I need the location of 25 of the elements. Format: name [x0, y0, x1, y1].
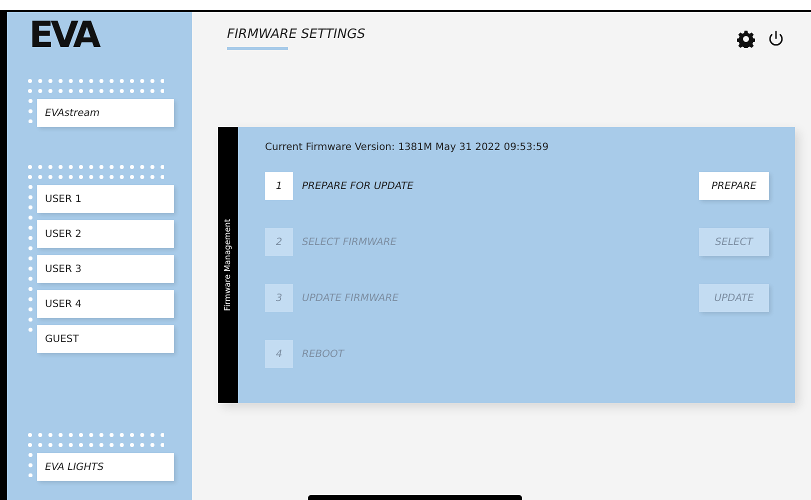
step-button[interactable]: PREPARE [699, 172, 769, 200]
dot-column [28, 453, 33, 478]
sidebar-item[interactable]: EVA LIGHTS [37, 453, 174, 481]
dot-column [28, 99, 33, 124]
title-underline [227, 47, 288, 50]
panel-side-label: Firmware Management [223, 219, 233, 311]
step-number: 1 [265, 172, 293, 200]
settings-icon[interactable] [737, 30, 755, 48]
step-label: REBOOT [302, 348, 344, 362]
logo: EVA [29, 22, 98, 50]
step-label: SELECT FIRMWARE [302, 236, 397, 250]
sidebar-item[interactable]: EVAstream [37, 99, 174, 127]
page-title: FIRMWARE SETTINGS [227, 26, 366, 44]
sidebar-item[interactable]: USER 1 [37, 185, 174, 213]
sidebar-item[interactable]: GUEST [37, 325, 174, 353]
sidebar-item[interactable]: USER 2 [37, 220, 174, 248]
step-number: 2 [265, 228, 293, 256]
step-label: PREPARE FOR UPDATE [302, 180, 414, 194]
sidebar-item[interactable]: USER 4 [37, 290, 174, 318]
step-label: UPDATE FIRMWARE [302, 292, 399, 306]
power-icon[interactable] [767, 30, 785, 48]
step-number: 3 [265, 284, 293, 312]
sidebar-item[interactable]: USER 3 [37, 255, 174, 283]
firmware-version: Current Firmware Version: 1381M May 31 2022 09:53:59 [265, 141, 550, 155]
step-number: 4 [265, 340, 293, 368]
